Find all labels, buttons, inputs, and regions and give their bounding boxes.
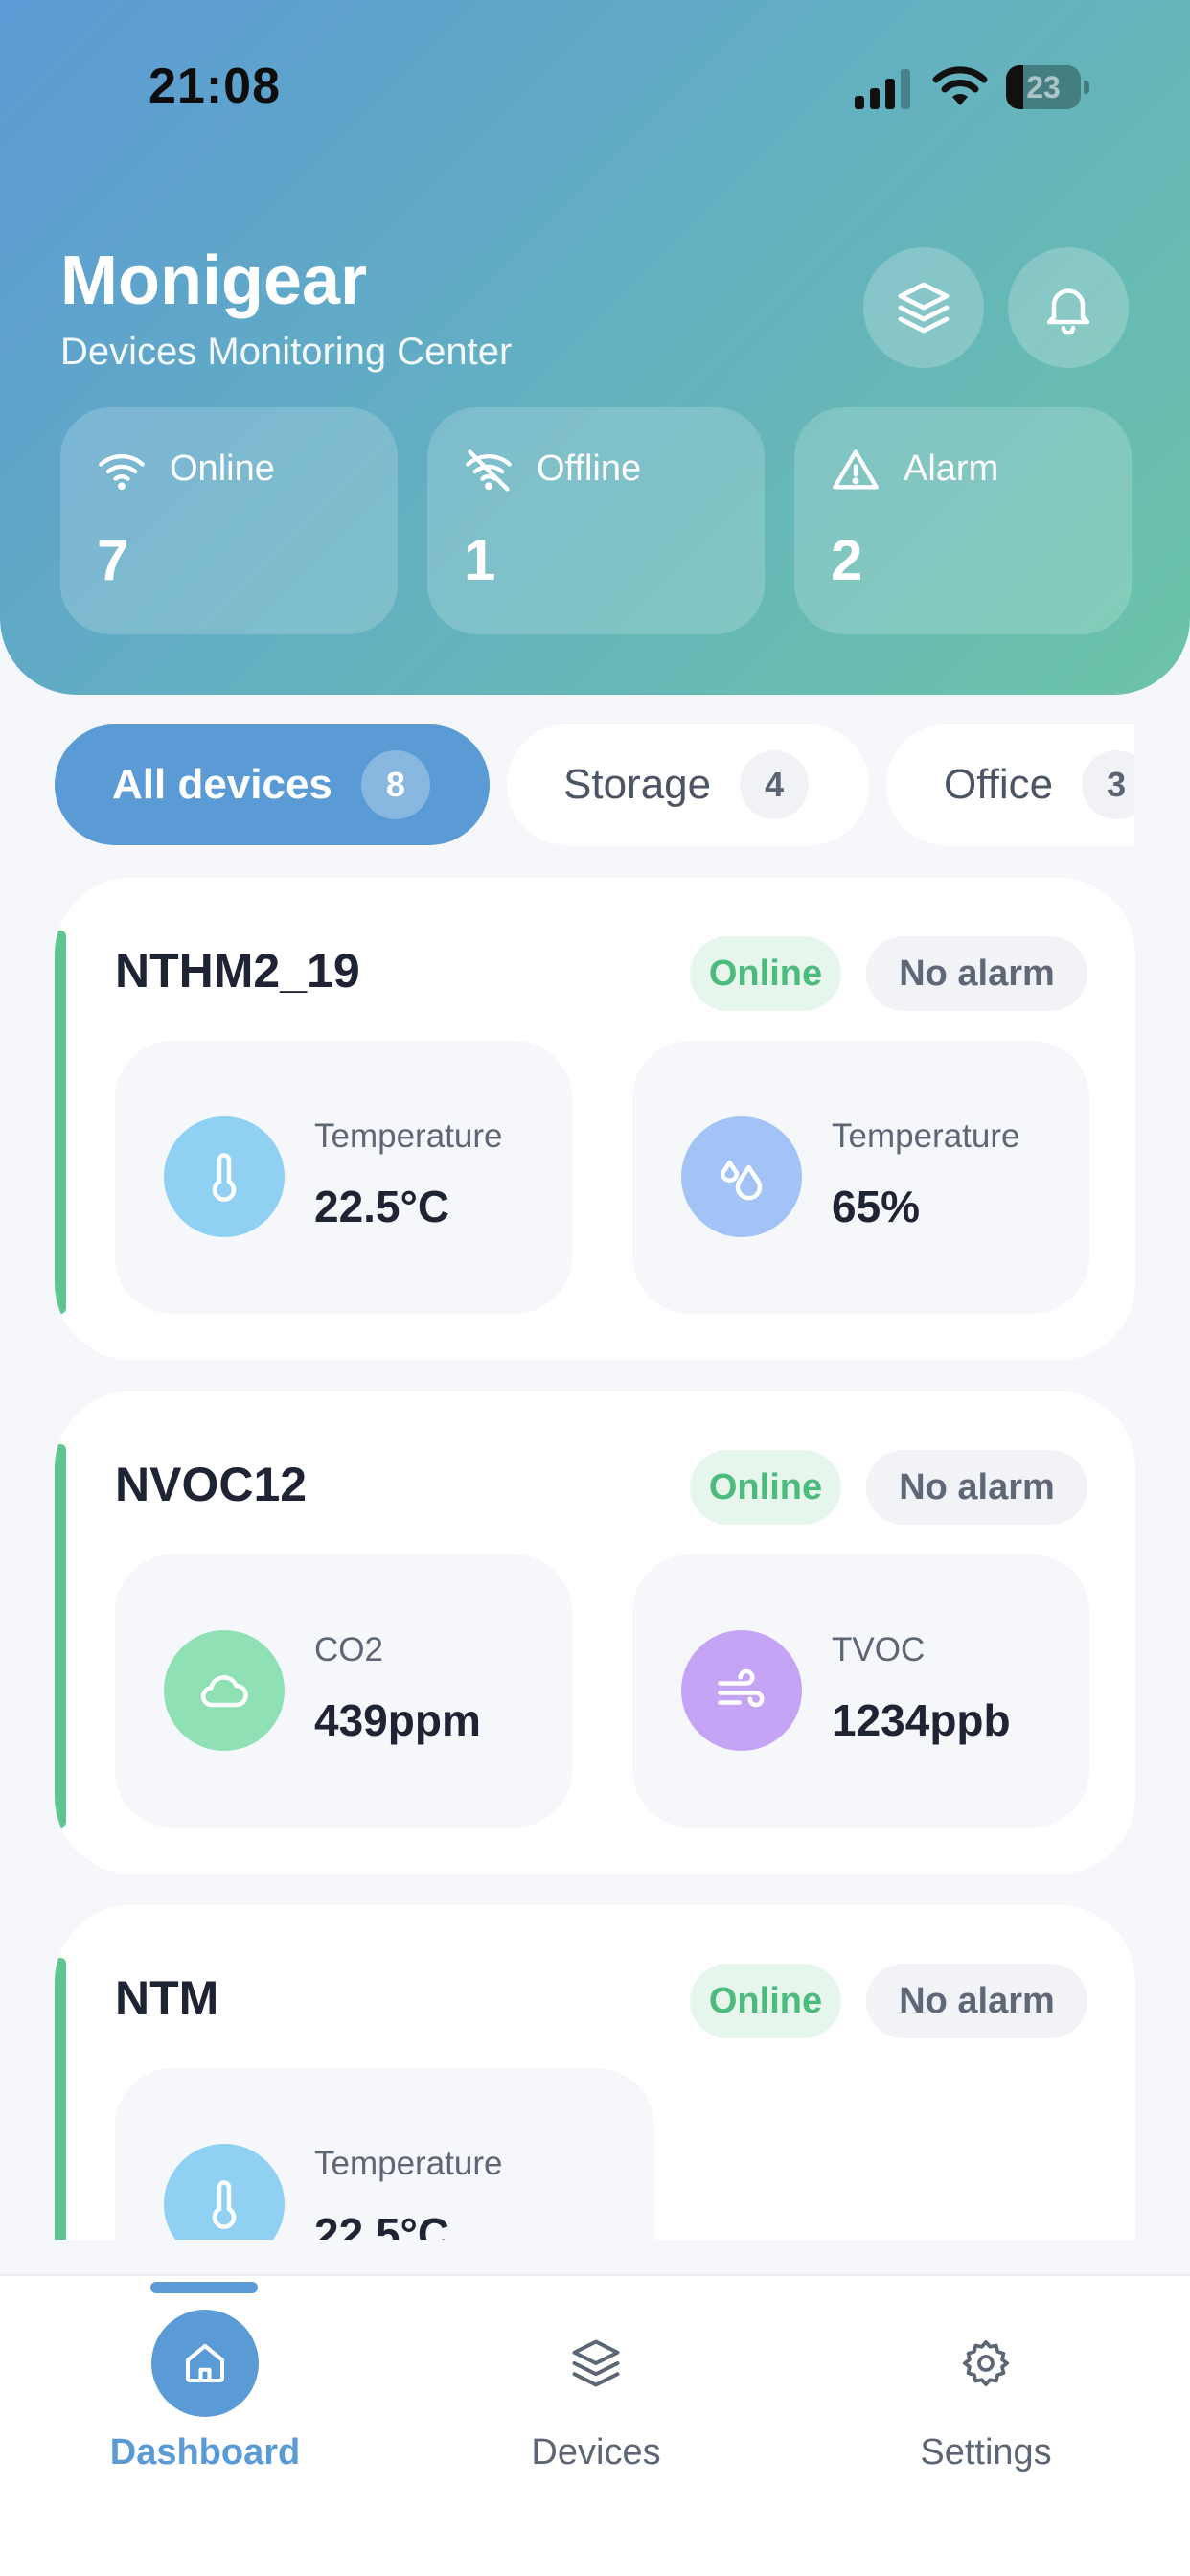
device-name: NTHM2_19 xyxy=(115,944,360,998)
alarm-badge: No alarm xyxy=(866,936,1087,1011)
wifi-off-icon xyxy=(466,449,512,492)
nav-settings[interactable]: Settings xyxy=(842,2310,1130,2501)
metric-value: 22.5°C xyxy=(314,1182,450,1231)
tab-count-badge: 8 xyxy=(360,750,430,819)
wifi-status-icon xyxy=(932,66,988,105)
dashboard-screen: 21:08 23 Monigear Devices Monitoring Cen… xyxy=(0,0,1190,2576)
metric-label: Temperature xyxy=(314,2145,503,2182)
stat-card-alarm[interactable]: Alarm 2 xyxy=(794,407,1132,634)
notifications-button[interactable] xyxy=(1008,247,1129,368)
online-badge: Online xyxy=(690,1964,841,2038)
alarm-badge: No alarm xyxy=(866,1964,1087,2038)
stat-card-online[interactable]: Online 7 xyxy=(60,407,398,634)
stat-value: 2 xyxy=(831,528,863,592)
metric-value: 1234ppb xyxy=(832,1695,1011,1745)
metric-value: 22.5°C xyxy=(314,2209,450,2240)
tab-storage[interactable]: Storage 4 xyxy=(507,724,869,845)
app-subtitle: Devices Monitoring Center xyxy=(60,331,513,373)
cellular-signal-icon xyxy=(855,69,910,109)
stat-value: 1 xyxy=(464,528,496,592)
wind-icon xyxy=(681,1630,802,1751)
stat-label: Offline xyxy=(537,448,642,489)
metric-tile: Temperature 22.5°C xyxy=(115,1041,572,1314)
tab-all-devices[interactable]: All devices 8 xyxy=(55,724,490,845)
bell-icon xyxy=(1046,288,1090,335)
status-accent-bar xyxy=(55,1444,66,1828)
status-time: 21:08 xyxy=(149,58,281,114)
metric-tile: TVOC 1234ppb xyxy=(632,1554,1089,1828)
tab-label: Office xyxy=(944,761,1054,808)
cloud-icon xyxy=(164,1630,285,1751)
home-icon xyxy=(151,2310,259,2417)
tab-label: Storage xyxy=(563,761,712,808)
device-name: NVOC12 xyxy=(115,1458,308,1511)
stat-value: 7 xyxy=(97,528,129,592)
device-card[interactable]: NVOC12 Online No alarm CO2 439ppm TVOC 1… xyxy=(55,1392,1135,1874)
tab-office[interactable]: Office 3 xyxy=(886,724,1134,845)
droplets-icon xyxy=(681,1116,802,1237)
nav-label: Dashboard xyxy=(109,2432,301,2472)
metric-tile: CO2 439ppm xyxy=(115,1554,572,1828)
nav-devices[interactable]: Devices xyxy=(452,2310,740,2501)
nav-label: Settings xyxy=(920,2432,1052,2472)
nav-label: Devices xyxy=(531,2432,661,2472)
device-card[interactable]: NTM Online No alarm Temperature 22.5°C xyxy=(55,1905,1135,2240)
online-badge: Online xyxy=(690,1450,841,1525)
battery-level: 23 xyxy=(1026,70,1061,104)
alarm-badge: No alarm xyxy=(866,1450,1087,1525)
tab-label: All devices xyxy=(112,761,332,808)
tab-count-badge: 4 xyxy=(740,750,810,819)
metric-label: Temperature xyxy=(314,1117,503,1155)
active-tab-indicator xyxy=(150,2282,258,2293)
header: 21:08 23 Monigear Devices Monitoring Cen… xyxy=(0,0,1190,695)
alert-triangle-icon xyxy=(833,449,879,490)
device-card[interactable]: NTHM2_19 Online No alarm Temperature 22.… xyxy=(55,878,1135,1360)
layers-button[interactable] xyxy=(863,247,984,368)
metric-label: CO2 xyxy=(314,1631,383,1668)
nav-dashboard[interactable]: Dashboard xyxy=(61,2310,349,2501)
stat-label: Online xyxy=(170,448,275,489)
status-accent-bar xyxy=(55,931,66,1314)
metric-value: 439ppm xyxy=(314,1695,481,1745)
metric-label: Temperature xyxy=(832,1117,1020,1155)
device-name: NTM xyxy=(115,1971,219,2025)
status-bar: 21:08 23 xyxy=(0,0,1190,172)
device-list: NTHM2_19 Online No alarm Temperature 22.… xyxy=(0,862,1190,2240)
gear-icon xyxy=(932,2310,1040,2417)
stat-card-offline[interactable]: Offline 1 xyxy=(427,407,765,634)
layers-icon xyxy=(898,282,950,334)
filter-tabs: All devices 8 Storage 4 Office 3 xyxy=(55,724,1134,845)
status-accent-bar xyxy=(55,1958,66,2240)
stat-label: Alarm xyxy=(904,448,999,489)
layers-icon xyxy=(542,2310,650,2417)
metric-tile: Temperature 22.5°C xyxy=(115,2068,654,2240)
metric-label: TVOC xyxy=(832,1631,926,1668)
metric-tile: Temperature 65% xyxy=(632,1041,1089,1314)
wifi-icon xyxy=(99,454,145,491)
thermometer-icon xyxy=(164,1116,285,1237)
metric-value: 65% xyxy=(832,1182,921,1231)
thermometer-icon xyxy=(164,2144,285,2240)
battery-icon: 23 xyxy=(1006,65,1089,109)
tab-count-badge: 3 xyxy=(1082,750,1134,819)
online-badge: Online xyxy=(690,936,841,1011)
app-title: Monigear xyxy=(60,242,368,319)
